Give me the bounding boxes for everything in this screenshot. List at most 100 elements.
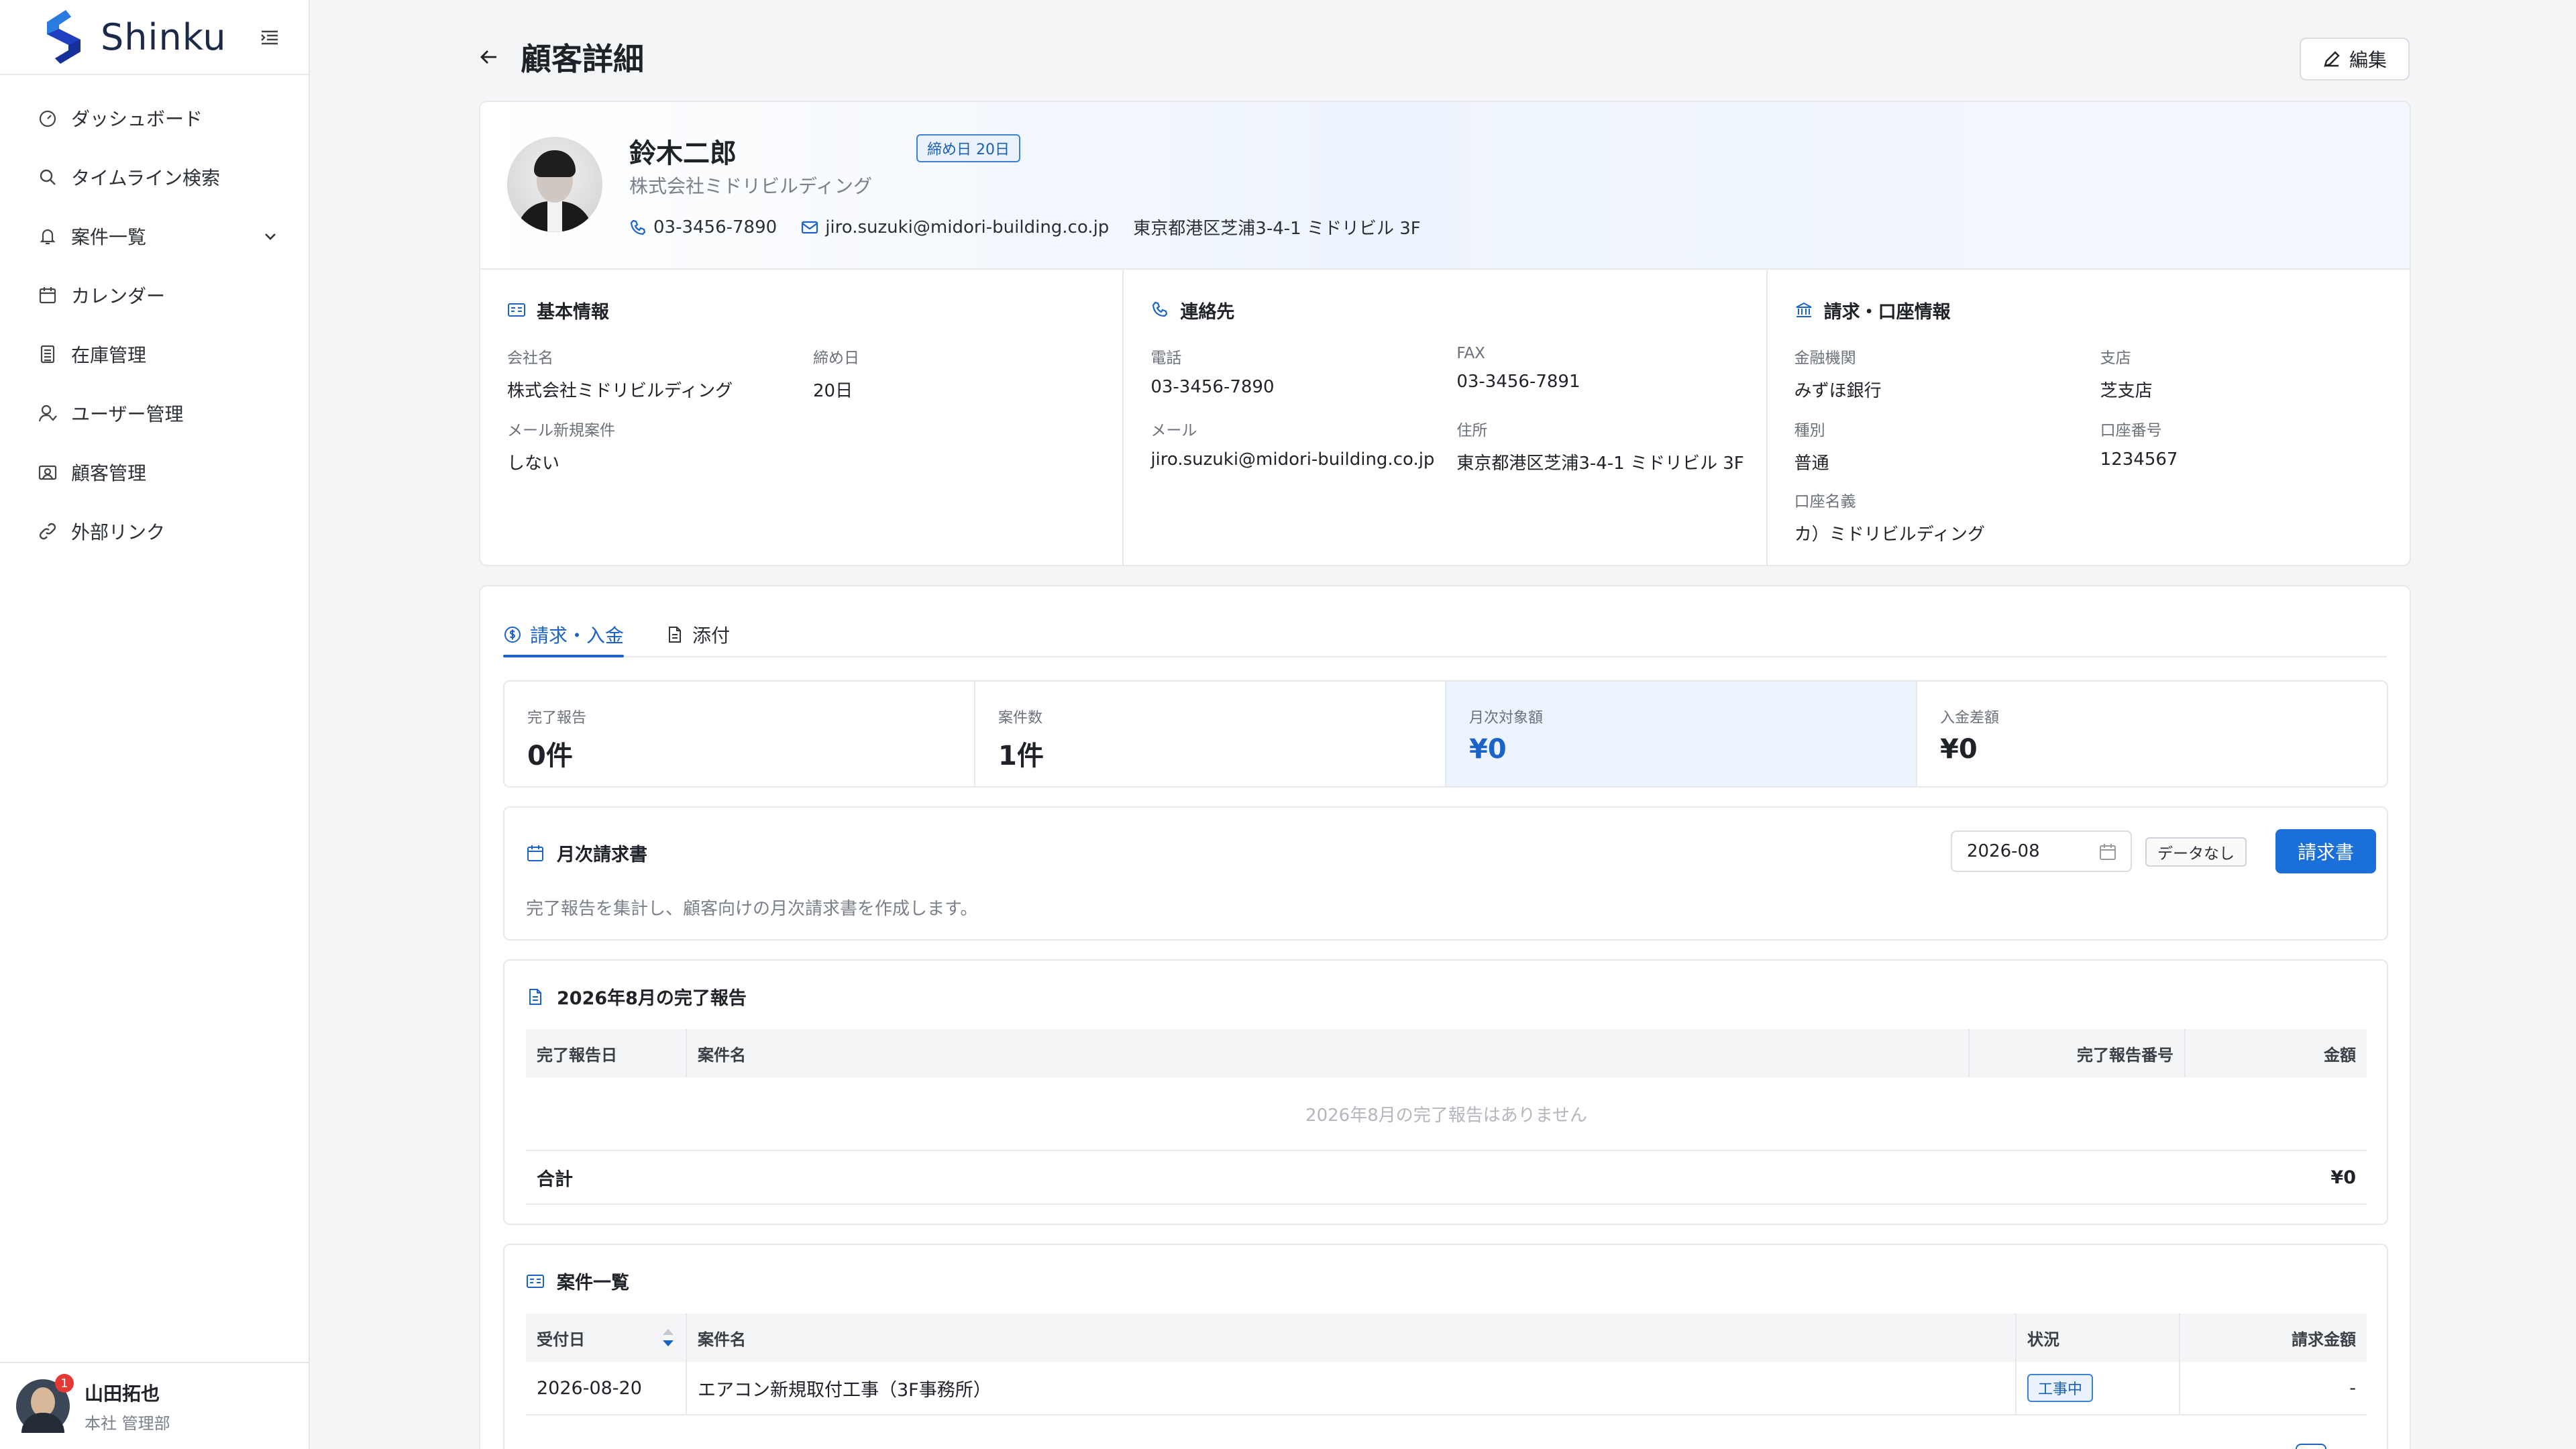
contact-title-text: 連絡先 (1180, 301, 1235, 323)
field-label: メール新規案件 (507, 422, 615, 439)
brand-name: Shinku (101, 15, 227, 58)
stat-monthly-target: 月次対象額 ¥0 (1446, 682, 1917, 786)
table-row[interactable]: 2026-08-20 エアコン新規取付工事（3F事務所） 工事中 - (526, 1361, 2367, 1415)
total-value: ¥0 (2330, 1167, 2356, 1188)
field-label: 口座番号 (2100, 422, 2162, 439)
bell-icon (40, 229, 56, 245)
total-row: 合計 ¥0 (526, 1151, 2367, 1205)
field-value: カ）ミドリビルディング (1794, 525, 1985, 545)
sort-icon[interactable] (660, 1326, 676, 1350)
profile-phone[interactable]: 03-3456-7890 (629, 217, 777, 237)
sidebar-item-label: タイムライン検索 (71, 167, 221, 189)
column-header[interactable]: 案件名 (687, 1313, 2017, 1362)
field-label: 締め日 (813, 350, 859, 367)
dashboard-icon (39, 110, 56, 127)
closing-day-badge: 締め日 20日 (916, 134, 1020, 162)
sidebar-item-label: ダッシュボード (71, 108, 203, 130)
sidebar-collapse-icon[interactable] (259, 27, 280, 48)
stat-value: 0件 (527, 741, 573, 771)
column-header[interactable]: 状況 (2017, 1313, 2180, 1362)
status-badge: 工事中 (2027, 1374, 2094, 1402)
month-picker-value: 2026-08 (1967, 841, 2040, 861)
column-header[interactable]: 案件名 (687, 1029, 1970, 1077)
sidebar-item-inventory[interactable]: 在庫管理 (0, 325, 309, 384)
edit-button[interactable]: 編集 (2300, 38, 2410, 80)
field-value: jiro.suzuki@midori-building.co.jp (1150, 449, 1435, 470)
cases-title-text: 案件一覧 (557, 1273, 629, 1293)
sidebar-item-timeline-search[interactable]: タイムライン検索 (0, 148, 309, 207)
sidebar-item-label: カレンダー (71, 285, 166, 307)
cell-case-name[interactable]: エアコン新規取付工事（3F事務所） (687, 1361, 2017, 1415)
field-company: 会社名 株式会社ミドリビルディング (507, 345, 802, 402)
field-fax: FAX 03-3456-7891 (1456, 345, 1752, 392)
bank-icon (1796, 302, 1812, 317)
pagination-page-current[interactable]: 1 (2296, 1444, 2326, 1449)
sidebar-item-cases[interactable]: 案件一覧 (0, 207, 309, 266)
stat-case-count: 案件数 1件 (975, 682, 1446, 786)
stat-label: 案件数 (998, 710, 1043, 727)
info-grid: 基本情報 会社名 株式会社ミドリビルディング 締め日 20日 メール新規案件 し… (480, 270, 2410, 565)
cell-status: 工事中 (2017, 1361, 2180, 1415)
status-badge: データなし (2145, 837, 2247, 867)
current-user[interactable]: 1 山田拓也 本社 管理部 (0, 1362, 309, 1449)
cases-panel: 案件一覧 受付日 案件名 状況 請求金額 2026-08-20 エアコン新規取付… (503, 1244, 2388, 1449)
back-arrow-icon[interactable] (478, 46, 500, 68)
month-picker-input[interactable]: 2026-08 (1951, 830, 2132, 872)
page-title: 顧客詳細 (521, 41, 644, 77)
sidebar-item-label: ユーザー管理 (71, 403, 184, 425)
pencil-icon (2324, 51, 2340, 67)
users-icon (38, 405, 57, 422)
cell-amount: - (2349, 1377, 2356, 1399)
calendar-icon (2100, 844, 2116, 860)
field-mail-new-case: メール新規案件 しない (507, 417, 802, 474)
document-icon (529, 988, 541, 1005)
monthly-invoice-title: 月次請求書 (526, 840, 647, 866)
field-bank-branch: 支店 芝支店 (2100, 345, 2396, 402)
field-label: 住所 (1456, 422, 1488, 439)
tab-label: 請求・入金 (530, 625, 625, 647)
tab-attachments[interactable]: 添付 (665, 613, 730, 656)
profile-email[interactable]: jiro.suzuki@midori-building.co.jp (801, 217, 1109, 237)
avatar[interactable]: 1 (16, 1374, 74, 1433)
pagination: 1件 1 (2262, 1444, 2336, 1449)
stat-label: 月次対象額 (1469, 710, 1544, 727)
sidebar: Shinku ダッシュボード タイムライン検索 案件一覧 カレンダー 在庫管理 (0, 0, 310, 1449)
tab-billing-payment[interactable]: 請求・入金 (503, 613, 625, 657)
column-header-label: 受付日 (537, 1330, 585, 1349)
field-value: 東京都港区芝浦3-4-1 ミドリビル 3F (1456, 453, 1744, 474)
column-header[interactable]: 金額 (2186, 1029, 2367, 1077)
mail-icon (802, 221, 818, 233)
sidebar-item-calendar[interactable]: カレンダー (0, 266, 309, 325)
sidebar-item-dashboard[interactable]: ダッシュボード (0, 89, 309, 148)
completion-reports-title: 2026年8月の完了報告 (526, 983, 747, 1010)
profile-address-text: 東京都港区芝浦3-4-1 ミドリビル 3F (1133, 219, 1421, 239)
column-header[interactable]: 完了報告番号 (1970, 1029, 2186, 1077)
customer-profile-card: 鈴木二郎 締め日 20日 株式会社ミドリビルディング 03-3456-7890 … (479, 101, 2411, 566)
cases-table: 受付日 案件名 状況 請求金額 2026-08-20 エアコン新規取付工事（3F… (526, 1313, 2367, 1415)
chevron-down-icon[interactable] (262, 227, 279, 245)
shinku-logo-icon[interactable] (40, 9, 87, 65)
sidebar-item-users[interactable]: ユーザー管理 (0, 384, 309, 443)
column-header-received-date[interactable]: 受付日 (526, 1313, 687, 1362)
field-value: 芝支店 (2100, 381, 2153, 401)
field-value: しない (507, 453, 560, 474)
field-address: 住所 東京都港区芝浦3-4-1 ミドリビル 3F (1456, 417, 1752, 474)
user-name: 山田拓也 (85, 1382, 160, 1405)
profile-header: 鈴木二郎 締め日 20日 株式会社ミドリビルディング 03-3456-7890 … (480, 102, 2410, 270)
field-email: メール jiro.suzuki@midori-building.co.jp (1150, 417, 1446, 470)
sidebar-item-customers[interactable]: 顧客管理 (0, 443, 309, 502)
field-label: 会社名 (507, 350, 553, 367)
column-header[interactable]: 請求金額 (2180, 1313, 2367, 1362)
calendar-icon (39, 287, 56, 304)
create-invoice-button[interactable]: 請求書 (2275, 829, 2376, 873)
notification-count-badge: 1 (55, 1374, 74, 1393)
field-label: 種別 (1794, 422, 1825, 439)
stat-value: 1件 (998, 741, 1044, 771)
stat-value: ¥0 (1469, 734, 1507, 765)
basic-info-section: 基本情報 会社名 株式会社ミドリビルディング 締め日 20日 メール新規案件 し… (480, 270, 1124, 565)
sidebar-item-external-links[interactable]: 外部リンク (0, 502, 309, 561)
stat-completion-reports: 完了報告 0件 (504, 682, 975, 786)
field-label: メール (1150, 422, 1197, 439)
tab-bar: 請求・入金 添付 (503, 613, 2387, 657)
column-header[interactable]: 完了報告日 (526, 1029, 687, 1077)
